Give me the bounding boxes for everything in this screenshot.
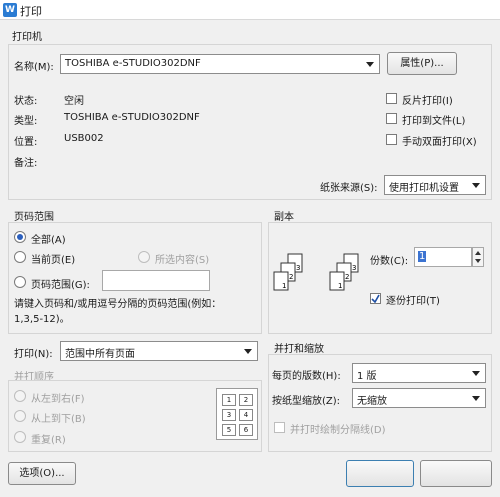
svg-text:2: 2 [289,273,293,281]
all-pages-label: 全部(A) [31,235,66,246]
manual-duplex-label: 手动双面打印(X) [402,137,477,148]
spinner-arrows-icon [475,251,481,263]
collate-checkbox[interactable] [370,293,381,304]
page-range-input[interactable] [102,270,210,291]
page-range-radio[interactable] [14,276,26,288]
cancel-button[interactable] [420,460,492,487]
print-what-label: 打印(N): [14,349,53,360]
page-range-label: 页码范围(G): [31,280,90,291]
preview-cell: 4 [239,409,253,421]
window-title: 打印 [20,5,42,18]
all-pages-radio[interactable] [14,231,26,243]
repeat-label: 重复(R) [31,435,66,446]
copies-count-value: 1 [418,251,427,262]
svg-text:2: 2 [345,273,349,281]
preview-cell: 3 [222,409,236,421]
top-to-bottom-label: 从上到下(B) [31,414,86,425]
selection-label: 所选内容(S) [155,255,210,266]
svg-text:1: 1 [282,282,286,290]
chevron-down-icon [469,391,483,405]
preview-cell: 6 [239,424,253,436]
svg-text:3: 3 [352,264,356,272]
left-to-right-label: 从左到右(F) [31,394,85,405]
collate-pages-icon: 321 321 [273,253,359,291]
chevron-down-icon [241,344,255,358]
printer-name-select[interactable]: TOSHIBA e-STUDIO302DNF [60,54,380,74]
preview-cell: 2 [239,394,253,406]
print-to-file-label: 打印到文件(L) [402,116,466,127]
scale-value: 无缩放 [357,396,387,407]
comment-label: 备注: [14,158,38,169]
type-value: TOSHIBA e-STUDIO302DNF [64,112,200,123]
print-what-value: 范围中所有页面 [65,349,135,360]
svg-text:1: 1 [338,282,342,290]
scale-label: 按纸型缩放(Z): [272,396,341,407]
scale-select[interactable]: 无缩放 [352,388,486,408]
paper-source-select[interactable]: 使用打印机设置 [384,175,486,195]
checkmark-icon [371,294,380,303]
selection-radio[interactable] [138,251,150,263]
collate-label: 逐份打印(T) [386,296,440,307]
title-bar: W 打印 [0,0,500,20]
ok-button[interactable] [346,460,414,487]
copies-count-label: 份数(C): [370,256,409,267]
pages-per-sheet-select[interactable]: 1 版 [352,363,486,383]
type-label: 类型: [14,116,38,127]
pages-per-sheet-label: 每页的版数(H): [272,371,341,382]
manual-duplex-checkbox[interactable] [386,134,397,145]
preview-cell: 1 [222,394,236,406]
print-what-select[interactable]: 范围中所有页面 [60,341,258,361]
current-page-label: 当前页(E) [31,255,76,266]
printer-name-value: TOSHIBA e-STUDIO302DNF [65,58,201,69]
copies-title: 副本 [274,212,294,223]
location-label: 位置: [14,137,38,148]
chevron-down-icon [469,178,483,192]
location-value: USB002 [64,133,104,144]
status-value: 空闲 [64,96,84,107]
current-page-radio[interactable] [14,251,26,263]
copies-spinner[interactable] [472,247,484,267]
svg-text:3: 3 [296,264,300,272]
repeat-radio[interactable] [14,431,26,443]
page-range-title: 页码范围 [14,212,54,223]
page-range-hint: 请键入页码和/或用逗号分隔的页码范围(例如：1,3,5-12)。 [14,299,222,325]
printer-section-title: 打印机 [12,32,42,43]
zoom-title: 并打和缩放 [274,344,324,355]
draw-lines-label: 并打时绘制分隔线(D) [290,425,386,436]
paper-source-value: 使用打印机设置 [389,183,459,194]
printer-name-label: 名称(M): [14,62,54,73]
chevron-down-icon [469,366,483,380]
wps-writer-icon: W [3,3,17,17]
status-label: 状态: [14,96,38,107]
reverse-print-checkbox[interactable] [386,93,397,104]
copies-count-input[interactable]: 1 [414,247,472,267]
options-button[interactable]: 选项(O)... [8,462,76,485]
preview-cell: 5 [222,424,236,436]
chevron-down-icon [363,57,377,71]
print-order-preview: 1 2 3 4 5 6 [216,388,258,440]
top-to-bottom-radio[interactable] [14,410,26,422]
left-to-right-radio[interactable] [14,390,26,402]
properties-button[interactable]: 属性(P)... [387,52,457,75]
paper-source-label: 纸张来源(S): [320,183,378,194]
reverse-print-label: 反片打印(I) [402,96,453,107]
print-to-file-checkbox[interactable] [386,113,397,124]
draw-lines-checkbox[interactable] [274,422,285,433]
pages-per-sheet-value: 1 版 [357,371,377,382]
